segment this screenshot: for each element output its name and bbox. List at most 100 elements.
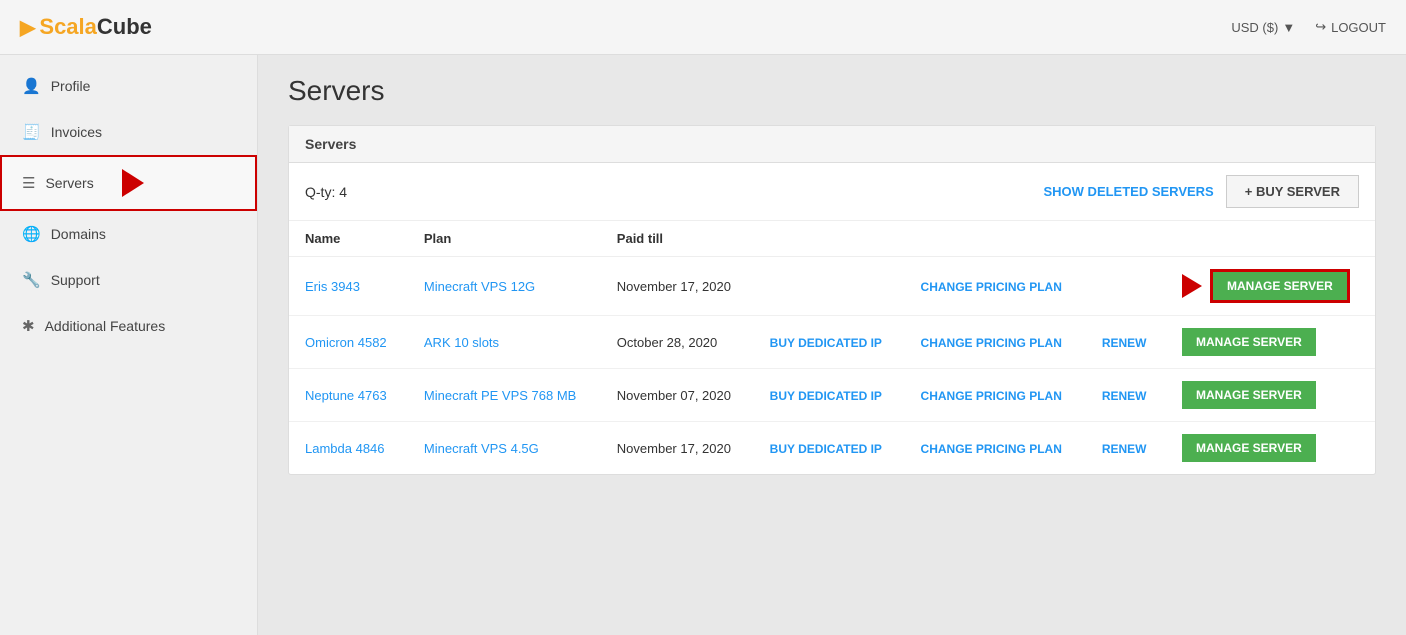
server-plan: ARK 10 slots: [408, 316, 601, 369]
currency-selector[interactable]: USD ($) ▼: [1231, 20, 1295, 35]
server-change-pricing: CHANGE PRICING PLAN: [905, 422, 1086, 475]
server-name-link[interactable]: Neptune 4763: [305, 388, 387, 403]
page-title: Servers: [288, 75, 1376, 107]
logout-label: LOGOUT: [1331, 20, 1386, 35]
sidebar-item-additional-features[interactable]: ✱ Additional Features: [0, 303, 257, 349]
logo-cube: Cube: [97, 14, 152, 39]
buy-dedicated-ip-link[interactable]: BUY DEDICATED IP: [770, 389, 882, 403]
change-pricing-link[interactable]: CHANGE PRICING PLAN: [921, 280, 1062, 294]
server-paid-till: October 28, 2020: [601, 316, 754, 369]
currency-label: USD ($): [1231, 20, 1278, 35]
chevron-down-icon: ▼: [1282, 20, 1295, 35]
server-plan-link[interactable]: ARK 10 slots: [424, 335, 499, 350]
profile-icon: 👤: [22, 77, 41, 95]
sidebar-label-support: Support: [51, 272, 100, 288]
server-name: Neptune 4763: [289, 369, 408, 422]
buy-dedicated-ip-link[interactable]: BUY DEDICATED IP: [770, 336, 882, 350]
renew-link[interactable]: RENEW: [1102, 336, 1147, 350]
manage-server-button[interactable]: MANAGE SERVER: [1210, 269, 1350, 303]
manage-server-button[interactable]: MANAGE SERVER: [1182, 328, 1316, 356]
server-change-pricing: CHANGE PRICING PLAN: [905, 316, 1086, 369]
server-change-pricing: CHANGE PRICING PLAN: [905, 257, 1086, 316]
server-name-link[interactable]: Omicron 4582: [305, 335, 387, 350]
table-row: Neptune 4763 Minecraft PE VPS 768 MB Nov…: [289, 369, 1375, 422]
qty-actions: SHOW DELETED SERVERS + BUY SERVER: [1044, 175, 1360, 208]
server-plan: Minecraft VPS 12G: [408, 257, 601, 316]
table-header-row: Name Plan Paid till: [289, 221, 1375, 257]
manage-server-button[interactable]: MANAGE SERVER: [1182, 381, 1316, 409]
table-row: Omicron 4582 ARK 10 slots October 28, 20…: [289, 316, 1375, 369]
server-paid-till: November 17, 2020: [601, 257, 754, 316]
server-paid-till: November 07, 2020: [601, 369, 754, 422]
server-plan: Minecraft PE VPS 768 MB: [408, 369, 601, 422]
header: ▶ScalaCube USD ($) ▼ ↪ LOGOUT: [0, 0, 1406, 55]
change-pricing-link[interactable]: CHANGE PRICING PLAN: [921, 442, 1062, 456]
server-renew: RENEW: [1086, 316, 1166, 369]
col-plan: Plan: [408, 221, 601, 257]
col-actions-3: [1086, 221, 1166, 257]
server-name-link[interactable]: Lambda 4846: [305, 441, 385, 456]
server-plan: Minecraft VPS 4.5G: [408, 422, 601, 475]
server-manage: MANAGE SERVER: [1166, 422, 1375, 475]
table-row: Eris 3943 Minecraft VPS 12G November 17,…: [289, 257, 1375, 316]
server-paid-till: November 17, 2020: [601, 422, 754, 475]
server-manage: MANAGE SERVER: [1166, 316, 1375, 369]
sidebar-label-invoices: Invoices: [51, 124, 102, 140]
servers-icon: ☰: [22, 174, 35, 192]
col-actions-4: [1166, 221, 1375, 257]
server-manage: MANAGE SERVER: [1166, 257, 1375, 316]
sidebar-label-domains: Domains: [51, 226, 106, 242]
logo: ▶ScalaCube: [20, 14, 152, 40]
card-header: Servers: [289, 126, 1375, 163]
domains-icon: 🌐: [22, 225, 41, 243]
card-body: Q-ty: 4 SHOW DELETED SERVERS + BUY SERVE…: [289, 163, 1375, 474]
server-buy-dedicated-ip: BUY DEDICATED IP: [754, 422, 905, 475]
qty-label: Q-ty: 4: [305, 184, 347, 200]
server-manage: MANAGE SERVER: [1166, 369, 1375, 422]
sidebar-label-servers: Servers: [45, 175, 93, 191]
support-icon: 🔧: [22, 271, 41, 289]
col-actions-2: [905, 221, 1086, 257]
logo-scala: ▶Scala: [20, 14, 97, 39]
buy-server-button[interactable]: + BUY SERVER: [1226, 175, 1359, 208]
manage-server-button[interactable]: MANAGE SERVER: [1182, 434, 1316, 462]
logout-icon: ↪: [1315, 19, 1326, 35]
server-buy-dedicated-ip: [754, 257, 905, 316]
show-deleted-button[interactable]: SHOW DELETED SERVERS: [1044, 184, 1214, 199]
col-actions-1: [754, 221, 905, 257]
servers-arrow-icon: [122, 169, 144, 197]
sidebar-item-profile[interactable]: 👤 Profile: [0, 63, 257, 109]
server-plan-link[interactable]: Minecraft PE VPS 768 MB: [424, 388, 576, 403]
main-content: Servers Servers Q-ty: 4 SHOW DELETED SER…: [258, 55, 1406, 635]
change-pricing-link[interactable]: CHANGE PRICING PLAN: [921, 336, 1062, 350]
server-buy-dedicated-ip: BUY DEDICATED IP: [754, 316, 905, 369]
table-row: Lambda 4846 Minecraft VPS 4.5G November …: [289, 422, 1375, 475]
change-pricing-link[interactable]: CHANGE PRICING PLAN: [921, 389, 1062, 403]
server-plan-link[interactable]: Minecraft VPS 12G: [424, 279, 535, 294]
layout: 👤 Profile 🧾 Invoices ☰ Servers 🌐 Domains…: [0, 55, 1406, 635]
col-paid-till: Paid till: [601, 221, 754, 257]
additional-features-icon: ✱: [22, 317, 35, 335]
server-renew: RENEW: [1086, 369, 1166, 422]
qty-row: Q-ty: 4 SHOW DELETED SERVERS + BUY SERVE…: [289, 163, 1375, 221]
renew-link[interactable]: RENEW: [1102, 442, 1147, 456]
sidebar-item-servers[interactable]: ☰ Servers: [0, 155, 257, 211]
sidebar-item-domains[interactable]: 🌐 Domains: [0, 211, 257, 257]
buy-dedicated-ip-link[interactable]: BUY DEDICATED IP: [770, 442, 882, 456]
servers-card: Servers Q-ty: 4 SHOW DELETED SERVERS + B…: [288, 125, 1376, 475]
server-name: Omicron 4582: [289, 316, 408, 369]
server-change-pricing: CHANGE PRICING PLAN: [905, 369, 1086, 422]
sidebar: 👤 Profile 🧾 Invoices ☰ Servers 🌐 Domains…: [0, 55, 258, 635]
server-renew: [1086, 257, 1166, 316]
server-name: Eris 3943: [289, 257, 408, 316]
manage-arrow-icon: [1182, 274, 1202, 298]
server-name-link[interactable]: Eris 3943: [305, 279, 360, 294]
sidebar-item-support[interactable]: 🔧 Support: [0, 257, 257, 303]
server-renew: RENEW: [1086, 422, 1166, 475]
server-plan-link[interactable]: Minecraft VPS 4.5G: [424, 441, 539, 456]
sidebar-item-invoices[interactable]: 🧾 Invoices: [0, 109, 257, 155]
renew-link[interactable]: RENEW: [1102, 389, 1147, 403]
header-right: USD ($) ▼ ↪ LOGOUT: [1231, 19, 1386, 35]
col-name: Name: [289, 221, 408, 257]
logout-button[interactable]: ↪ LOGOUT: [1315, 19, 1386, 35]
